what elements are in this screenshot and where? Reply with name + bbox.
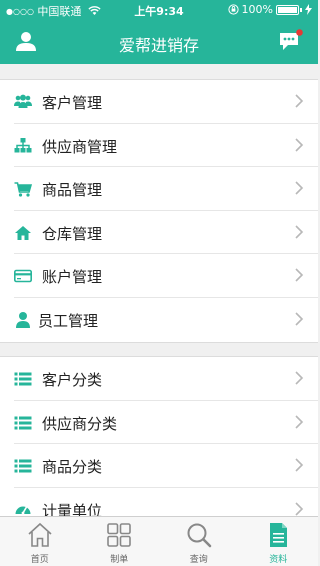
- tab-label: 资料: [269, 555, 288, 565]
- battery-tip: [300, 7, 302, 12]
- status-right: 100%: [227, 3, 312, 16]
- nav-bar: 爱帮进销存: [0, 20, 318, 64]
- menu-item-label: 商品管理: [42, 181, 103, 200]
- people-icon: [14, 94, 32, 108]
- cart-icon: [14, 182, 32, 197]
- orientation-lock-icon: [227, 4, 239, 15]
- menu-item-label: 供应商管理: [42, 137, 118, 156]
- grid-icon: [107, 523, 132, 547]
- chevron-right-icon: [295, 225, 304, 239]
- menu-item-label: 供应商分类: [42, 414, 118, 433]
- list-icon: [14, 372, 32, 386]
- menu-item-supplier-category[interactable]: 供应商分类: [14, 401, 318, 445]
- tab-label: 首页: [30, 555, 49, 565]
- status-bar: ●○○○ 中国联通 上午9:34 100%: [0, 0, 318, 20]
- tab-home[interactable]: 首页: [0, 517, 80, 566]
- list-icon: [14, 459, 32, 473]
- person-icon: [16, 311, 30, 328]
- menu-item-label: 商品分类: [42, 458, 103, 477]
- page-title: 爱帮进销存: [118, 36, 199, 55]
- home-outline-icon: [28, 522, 52, 547]
- tab-create-order[interactable]: 制单: [80, 517, 160, 566]
- menu-item-label: 客户分类: [42, 371, 103, 389]
- menu-group-management: 客户管理 供应商管理 商品管理 仓库管理 账户管理 员工管理: [0, 79, 318, 343]
- chevron-right-icon: [295, 94, 304, 108]
- charging-icon: [305, 4, 312, 15]
- gauge-icon: [15, 506, 31, 515]
- menu-item-label: 仓库管理: [42, 224, 103, 243]
- home-icon: [15, 225, 31, 240]
- menu-item-customer-category[interactable]: 客户分类: [14, 357, 318, 401]
- message-icon[interactable]: [278, 29, 304, 53]
- card-icon: [14, 270, 32, 283]
- chevron-right-icon: [295, 138, 304, 152]
- document-icon: [270, 523, 288, 547]
- menu-item-unit-of-measure[interactable]: 计量单位: [14, 488, 318, 516]
- tab-data[interactable]: 资料: [239, 517, 319, 566]
- menu-group-categories: 客户分类 供应商分类 商品分类 计量单位: [0, 356, 318, 516]
- menu-item-account-management[interactable]: 账户管理: [14, 254, 318, 298]
- menu-item-label: 客户管理: [42, 94, 103, 112]
- menu-item-label: 账户管理: [42, 268, 103, 287]
- tab-bar: 首页 制单 查询 资料: [0, 516, 318, 566]
- menu-item-product-management[interactable]: 商品管理: [14, 167, 318, 211]
- menu-item-label: 员工管理: [38, 311, 99, 330]
- chevron-right-icon: [295, 268, 304, 282]
- menu-item-warehouse-management[interactable]: 仓库管理: [14, 211, 318, 255]
- battery-percent: 100%: [241, 3, 273, 16]
- chevron-right-icon: [295, 458, 304, 472]
- list-icon: [14, 416, 32, 430]
- menu-item-staff-management[interactable]: 员工管理: [14, 298, 318, 342]
- search-icon: [187, 523, 212, 548]
- top-bar: ●○○○ 中国联通 上午9:34 100% 爱帮进销存: [0, 0, 318, 64]
- org-chart-icon: [14, 137, 32, 153]
- chevron-right-icon: [295, 371, 304, 385]
- chevron-right-icon: [295, 415, 304, 429]
- menu-item-label: 计量单位: [42, 501, 103, 516]
- menu-item-supplier-management[interactable]: 供应商管理: [14, 124, 318, 168]
- chevron-right-icon: [295, 502, 304, 516]
- battery-icon: [276, 4, 299, 15]
- tab-label: 查询: [189, 555, 208, 565]
- chevron-right-icon: [295, 181, 304, 195]
- tab-label: 制单: [110, 555, 129, 565]
- menu-item-product-category[interactable]: 商品分类: [14, 444, 318, 488]
- menu-item-customer-management[interactable]: 客户管理: [14, 80, 318, 124]
- chevron-right-icon: [295, 312, 304, 326]
- tab-query[interactable]: 查询: [159, 517, 239, 566]
